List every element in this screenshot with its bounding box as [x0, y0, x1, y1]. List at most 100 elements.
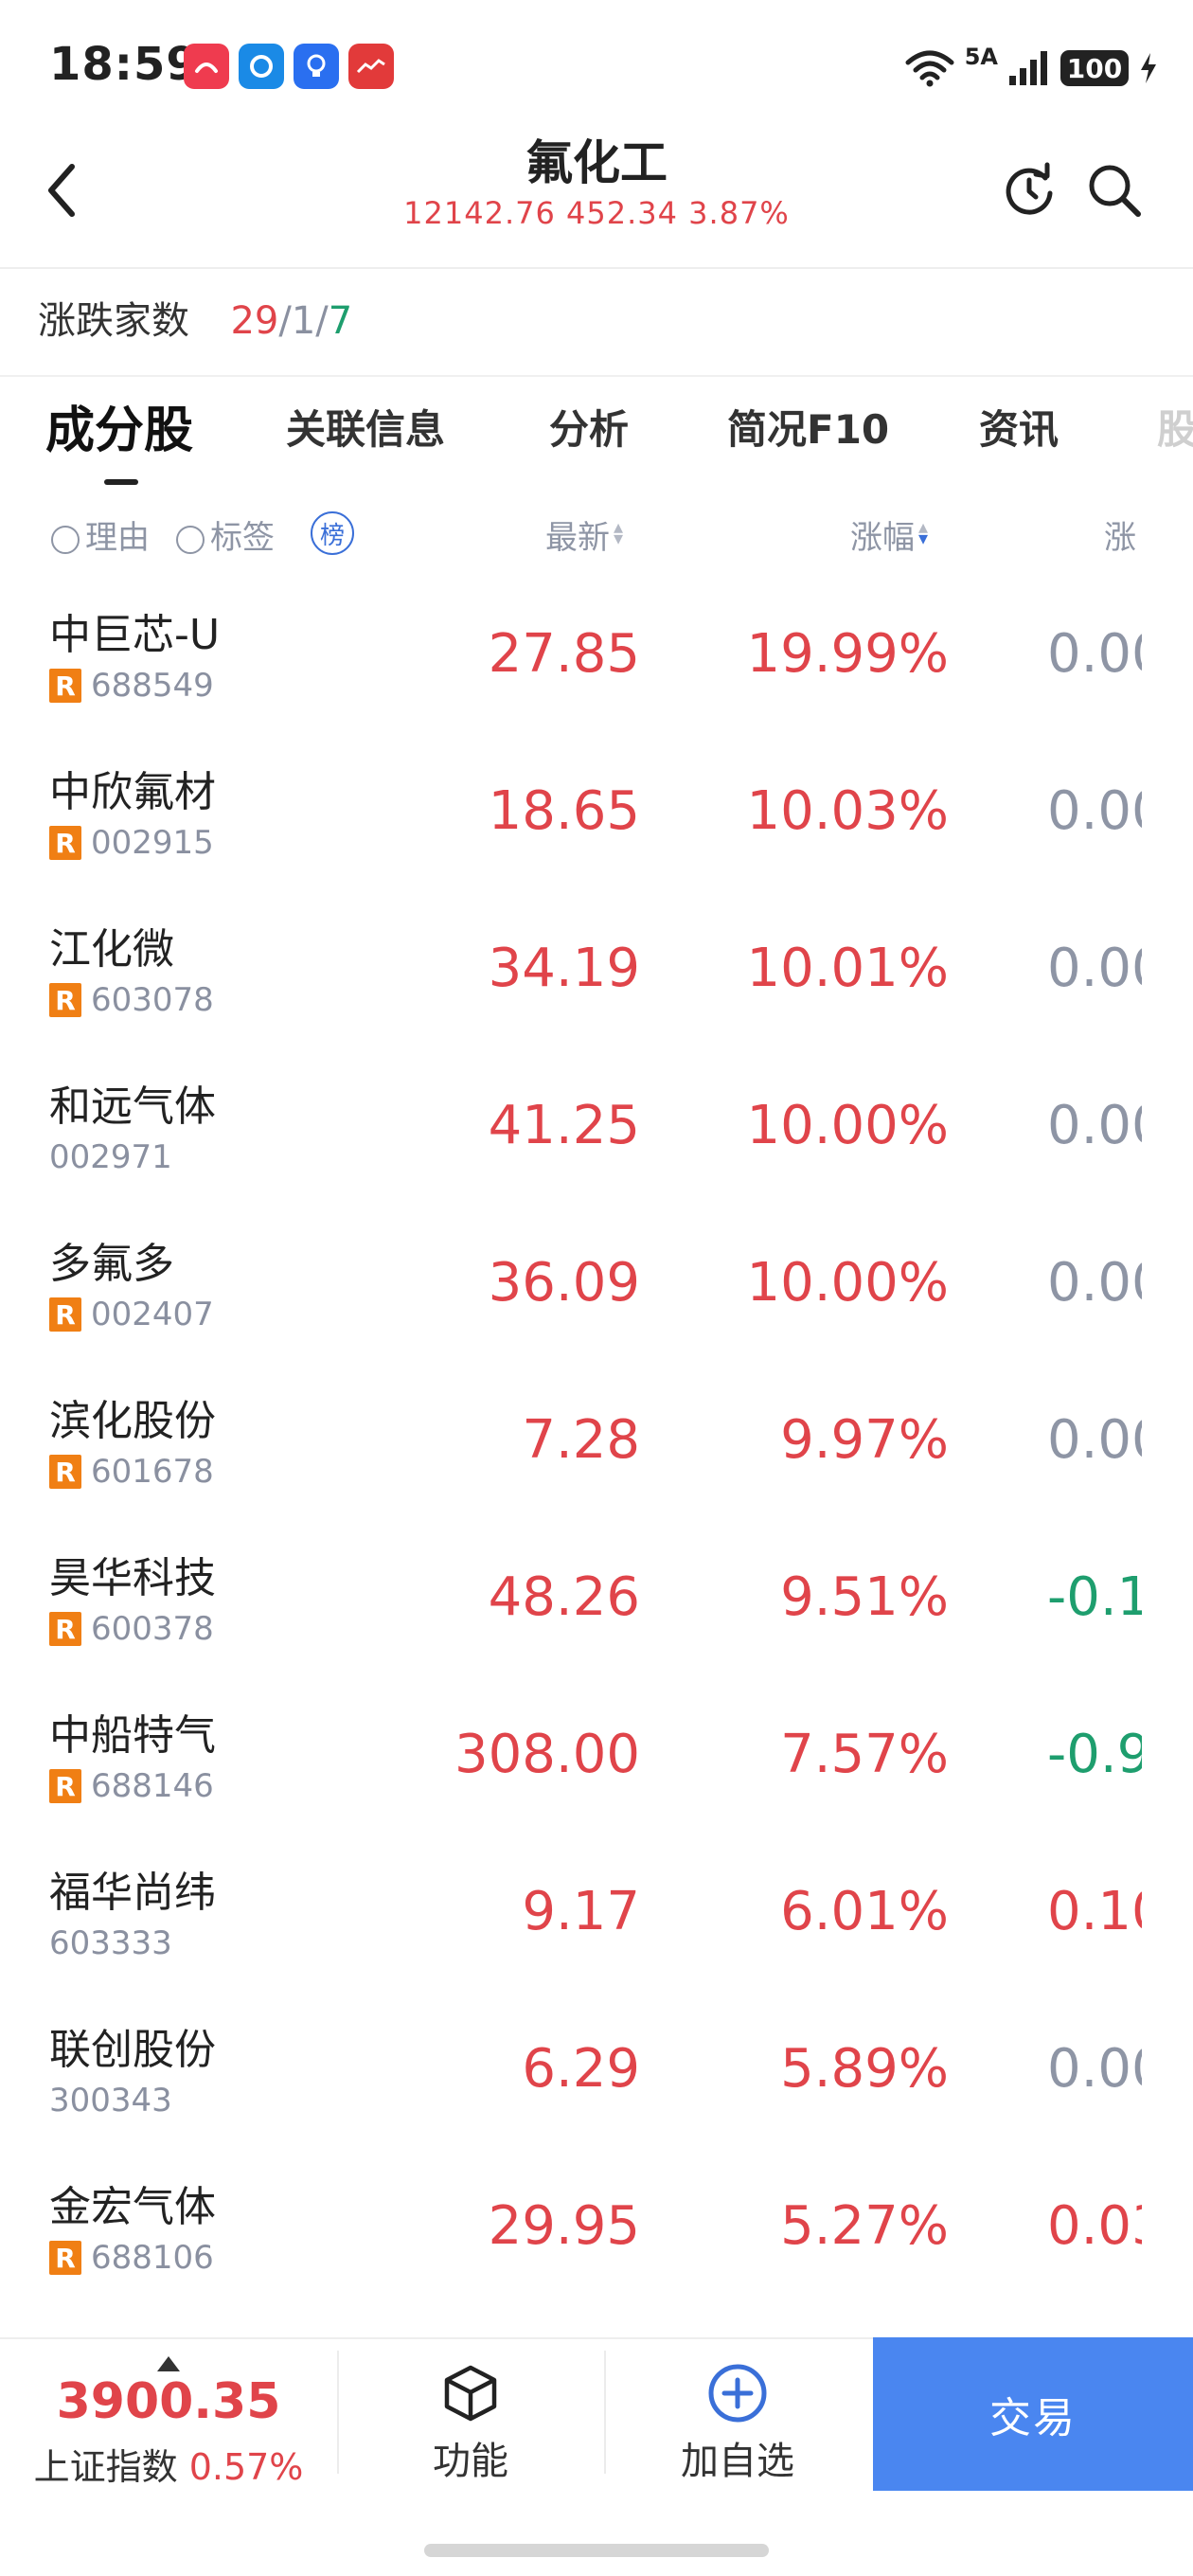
margin-badge: R	[49, 1455, 81, 1489]
sort-icon: ▴ ▾	[918, 515, 929, 549]
sort-latest-header[interactable]: 最新 ▴ ▾	[545, 511, 623, 558]
stock-code: 688549	[91, 667, 214, 705]
expand-up-icon	[157, 2356, 180, 2371]
wifi-icon	[905, 50, 954, 87]
stock-code: 002971	[49, 1138, 172, 1176]
stock-code: 600378	[91, 1610, 214, 1648]
stock-code: 601678	[91, 1453, 214, 1491]
tab-constituents[interactable]: 成分股	[45, 390, 193, 461]
change-pct: 5.89%	[780, 2038, 949, 2100]
speed-value: 0.00	[1047, 623, 1142, 685]
tab-news[interactable]: 资讯	[979, 398, 1059, 456]
reason-toggle[interactable]: 理由	[51, 511, 150, 558]
latest-price: 29.95	[488, 2195, 640, 2257]
home-indicator[interactable]	[424, 2544, 769, 2557]
change-pct: 10.00%	[746, 1095, 949, 1156]
index-label: 上证指数 0.57%	[0, 2438, 337, 2490]
app-notification-icon	[184, 44, 229, 89]
table-row[interactable]: 中巨芯-U R 688549 27.85 19.99% 0.00	[0, 585, 1193, 742]
refresh-button[interactable]	[998, 159, 1060, 222]
speed-cell: -0.95	[1047, 1720, 1142, 1792]
table-row[interactable]: 昊华科技 R 600378 48.26 9.51% -0.12	[0, 1529, 1193, 1686]
cube-icon	[439, 2362, 502, 2424]
stock-name: 昊华科技	[49, 1554, 216, 1602]
separator: /	[315, 299, 329, 343]
sort-speed-header[interactable]: 涨	[1104, 511, 1136, 558]
speed-value: 0.00	[1047, 780, 1142, 842]
sort-change-header[interactable]: 涨幅 ▴ ▾	[850, 511, 928, 558]
speed-cell: 0.00	[1047, 777, 1142, 849]
speed-cell: 0.00	[1047, 934, 1142, 1006]
stock-name: 联创股份	[49, 2026, 216, 2074]
latest-price: 27.85	[488, 623, 640, 685]
sort-icon: ▴ ▾	[614, 515, 624, 549]
function-label: 功能	[433, 2440, 508, 2483]
radio-icon	[176, 526, 205, 554]
margin-badge: R	[49, 983, 81, 1017]
speed-cell: 0.03	[1047, 2191, 1142, 2263]
speed-label: 涨	[1104, 519, 1136, 557]
latest-price: 6.29	[522, 2038, 640, 2100]
change-pct: 10.01%	[746, 938, 949, 999]
latest-price: 41.25	[488, 1095, 640, 1156]
table-row[interactable]: 滨化股份 R 601678 7.28 9.97% 0.00	[0, 1371, 1193, 1529]
status-indicators: 5A 100	[904, 44, 1159, 91]
tab-profile-f10[interactable]: 简况F10	[727, 398, 889, 456]
tab-analysis[interactable]: 分析	[549, 398, 629, 456]
margin-badge: R	[49, 669, 81, 703]
change-pct: 9.97%	[780, 1409, 949, 1471]
change-pct: 7.57%	[780, 1724, 949, 1785]
table-row[interactable]: 多氟多 R 002407 36.09 10.00% 0.00	[0, 1214, 1193, 1371]
table-row[interactable]: 中欣氟材 R 002915 18.65 10.03% 0.00	[0, 742, 1193, 900]
tab-more[interactable]: 股	[1157, 398, 1193, 456]
speed-cell: -0.12	[1047, 1563, 1142, 1635]
speed-cell: 0.00	[1047, 619, 1142, 691]
latest-price: 34.19	[488, 938, 640, 999]
stock-code: 688146	[91, 1767, 214, 1805]
app-notification-icon	[239, 44, 284, 89]
table-row[interactable]: 福华尚纬 603333 9.17 6.01% 0.10	[0, 1843, 1193, 2000]
latest-price: 7.28	[522, 1409, 640, 1471]
speed-cell: 0.00	[1047, 1091, 1142, 1163]
stock-code: 300343	[49, 2082, 172, 2120]
latest-price: 48.26	[488, 1566, 640, 1628]
stock-name: 江化微	[49, 925, 174, 974]
speed-value: 0.00	[1047, 938, 1142, 999]
trade-button[interactable]: 交易	[873, 2337, 1193, 2491]
plus-circle-icon	[706, 2362, 769, 2424]
table-row[interactable]: 和远气体 002971 41.25 10.00% 0.00	[0, 1057, 1193, 1214]
stock-code: 603078	[91, 981, 214, 1019]
speed-cell: 0.00	[1047, 1248, 1142, 1320]
speed-value: 0.10	[1047, 1881, 1142, 1942]
change-pct: 10.00%	[746, 1252, 949, 1314]
reason-label: 理由	[85, 519, 150, 557]
status-time: 18:59	[49, 38, 199, 91]
divider	[604, 2351, 606, 2474]
charging-icon	[1141, 53, 1156, 83]
change-pct: 10.03%	[746, 780, 949, 842]
network-type: 5A	[964, 44, 998, 70]
speed-value: 0.00	[1047, 1095, 1142, 1156]
change-pct: 6.01%	[780, 1881, 949, 1942]
flat-count: 1	[291, 299, 316, 343]
speed-value: -0.12	[1047, 1566, 1142, 1628]
table-row[interactable]: 中船特气 R 688146 308.00 7.57% -0.95	[0, 1686, 1193, 1843]
rank-badge-button[interactable]: 榜	[311, 511, 354, 555]
stock-name: 滨化股份	[49, 1397, 216, 1445]
stock-name: 中欣氟材	[49, 768, 216, 816]
margin-badge: R	[49, 1297, 81, 1332]
tag-toggle[interactable]: 标签	[176, 511, 275, 558]
stock-name: 多氟多	[49, 1240, 174, 1288]
section-divider	[0, 375, 1193, 377]
stock-code: 603333	[49, 1924, 172, 1962]
search-button[interactable]	[1083, 159, 1146, 222]
index-name: 上证指数	[33, 2446, 178, 2488]
stock-code: 002915	[91, 824, 214, 862]
table-row[interactable]: 联创股份 300343 6.29 5.89% 0.00	[0, 2000, 1193, 2157]
index-pct: 0.57%	[188, 2446, 304, 2488]
tab-related-info[interactable]: 关联信息	[286, 398, 445, 456]
table-row[interactable]: 金宏气体 R 688106 29.95 5.27% 0.03	[0, 2157, 1193, 2315]
tag-label: 标签	[210, 519, 275, 557]
table-row[interactable]: 江化微 R 603078 34.19 10.01% 0.00	[0, 900, 1193, 1057]
divider	[337, 2351, 339, 2474]
